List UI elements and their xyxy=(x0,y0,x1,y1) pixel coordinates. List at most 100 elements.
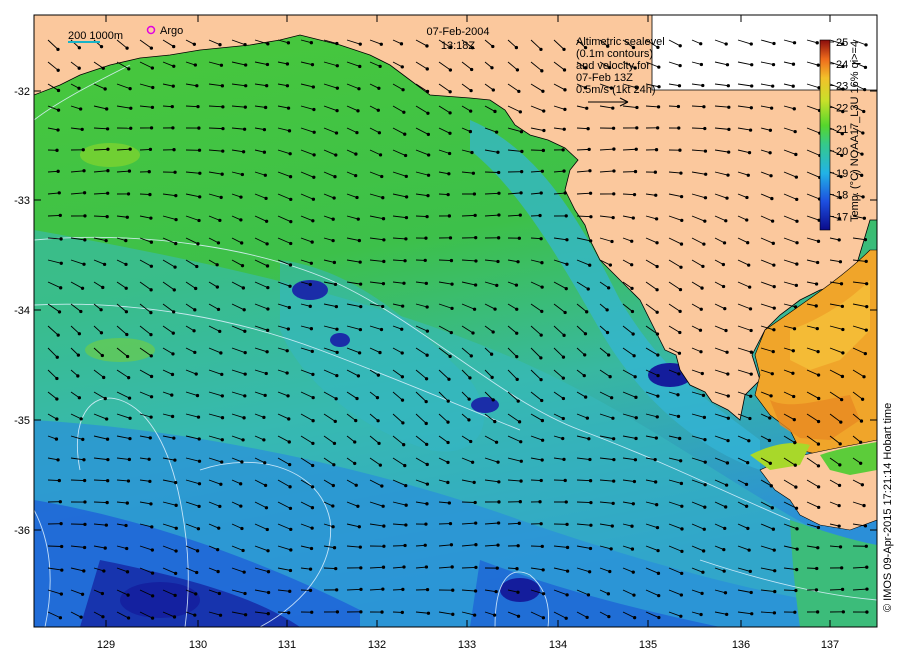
velocity-arrow-head xyxy=(355,195,359,200)
scale-label: 200 1000m xyxy=(68,30,123,42)
velocity-arrow-head xyxy=(679,459,683,463)
velocity-arrow-head xyxy=(859,461,863,465)
velocity-arrow-head xyxy=(149,415,153,419)
velocity-arrow-head xyxy=(514,283,519,287)
velocity-arrow-head xyxy=(632,593,636,597)
velocity-arrow-head xyxy=(308,567,313,571)
velocity-arrow-head xyxy=(106,191,110,195)
velocity-arrow-head xyxy=(173,265,177,269)
velocity-arrow-head xyxy=(425,353,429,357)
velocity-arrow-head xyxy=(354,483,358,487)
velocity-arrow-head xyxy=(357,238,362,243)
velocity-arrow-head xyxy=(357,525,361,529)
velocity-arrow-head xyxy=(793,129,797,134)
velocity-arrow-head xyxy=(355,396,359,401)
velocity-arrow-head xyxy=(359,587,363,591)
velocity-arrow-head xyxy=(402,110,406,114)
velocity-arrow-head xyxy=(860,397,865,401)
velocity-arrow-head xyxy=(148,147,153,152)
velocity-arrow-head xyxy=(219,482,223,486)
velocity-arrow-head xyxy=(791,349,795,353)
velocity-arrow-head xyxy=(76,374,80,378)
velocity-arrow-head xyxy=(497,213,501,217)
velocity-arrow-head xyxy=(518,500,522,504)
velocity-arrow-head xyxy=(127,457,132,462)
velocity-arrow-head xyxy=(448,521,453,526)
velocity-arrow-head xyxy=(425,587,430,592)
velocity-arrow-head xyxy=(101,285,105,290)
velocity-arrow-head xyxy=(631,332,635,336)
velocity-arrow-head xyxy=(474,521,478,525)
velocity-arrow-head xyxy=(240,526,244,531)
velocity-arrow-head xyxy=(335,86,340,90)
velocity-arrow xyxy=(461,214,476,217)
velocity-arrow-head xyxy=(864,328,868,332)
velocity-arrow-head xyxy=(106,147,110,151)
velocity-arrow-head xyxy=(586,287,590,291)
velocity-arrow-head xyxy=(540,398,544,403)
velocity-arrow-head xyxy=(655,310,659,314)
velocity-arrow-head xyxy=(220,438,224,442)
velocity-arrow-head xyxy=(334,131,339,135)
velocity-arrow-head xyxy=(655,503,659,507)
velocity-arrow-head xyxy=(378,64,382,69)
velocity-arrow-head xyxy=(197,218,201,223)
velocity-arrow-head xyxy=(82,569,86,573)
velocity-arrow-head xyxy=(865,565,869,569)
velocity-arrow-head xyxy=(448,131,452,135)
velocity-arrow-head xyxy=(196,105,200,109)
velocity-arrow-head xyxy=(217,526,221,530)
velocity-arrow-head xyxy=(471,171,476,175)
velocity-arrow-head xyxy=(150,594,155,598)
velocity-arrow-head xyxy=(816,442,821,446)
velocity-arrow-head xyxy=(104,523,108,527)
velocity-arrow-head xyxy=(516,544,520,548)
legend-line-1: (0.1m contours) xyxy=(576,48,653,60)
velocity-arrow-head xyxy=(403,132,407,136)
velocity-arrow-head xyxy=(539,522,543,526)
velocity-arrow-head xyxy=(286,106,291,110)
velocity-arrow-head xyxy=(539,378,543,382)
velocity-arrow-head xyxy=(82,478,87,483)
velocity-arrow-head xyxy=(495,566,499,570)
velocity-arrow-head xyxy=(770,506,774,510)
velocity-arrow-head xyxy=(310,506,315,510)
velocity-arrow-head xyxy=(103,396,107,401)
velocity-arrow-head xyxy=(862,503,866,508)
velocity-arrow-head xyxy=(792,107,796,111)
velocity-arrow-head xyxy=(311,219,315,223)
velocity-arrow-head xyxy=(354,418,358,423)
velocity-arrow-head xyxy=(588,457,592,462)
velocity-arrow-head xyxy=(816,546,820,550)
velocity-arrow-head xyxy=(353,461,357,466)
velocity-arrow-head xyxy=(106,169,110,173)
velocity-arrow-head xyxy=(562,333,566,337)
velocity-arrow-head xyxy=(99,331,104,335)
velocity-arrow-head xyxy=(310,610,314,614)
velocity-arrow-head xyxy=(174,480,178,485)
velocity-arrow-head xyxy=(497,480,501,484)
velocity-arrow-head xyxy=(77,86,81,90)
velocity-arrow-head xyxy=(723,307,727,311)
lat-tick-label: -36 xyxy=(14,525,30,537)
velocity-arrow-head xyxy=(839,282,844,286)
velocity-arrow-head xyxy=(287,417,291,421)
velocity-arrow-head xyxy=(473,283,478,287)
velocity-arrow-head xyxy=(767,438,772,443)
velocity-arrow-head xyxy=(378,350,382,355)
velocity-arrow-head xyxy=(654,217,659,221)
velocity-arrow-head xyxy=(794,506,799,510)
velocity-arrow-head xyxy=(794,588,798,593)
velocity-arrow-head xyxy=(746,526,750,531)
velocity-arrow-head xyxy=(474,543,478,547)
velocity-arrow-head xyxy=(792,394,796,399)
velocity-arrow-head xyxy=(333,282,338,287)
velocity-arrow-head xyxy=(56,128,60,132)
velocity-arrow-head xyxy=(497,191,501,195)
velocity-arrow-head xyxy=(77,66,81,70)
velocity-arrow-head xyxy=(515,377,519,381)
velocity-arrow-head xyxy=(266,612,270,616)
velocity-arrow-head xyxy=(817,505,821,509)
velocity-arrow-head xyxy=(126,376,131,380)
velocity-arrow-head xyxy=(655,332,660,336)
